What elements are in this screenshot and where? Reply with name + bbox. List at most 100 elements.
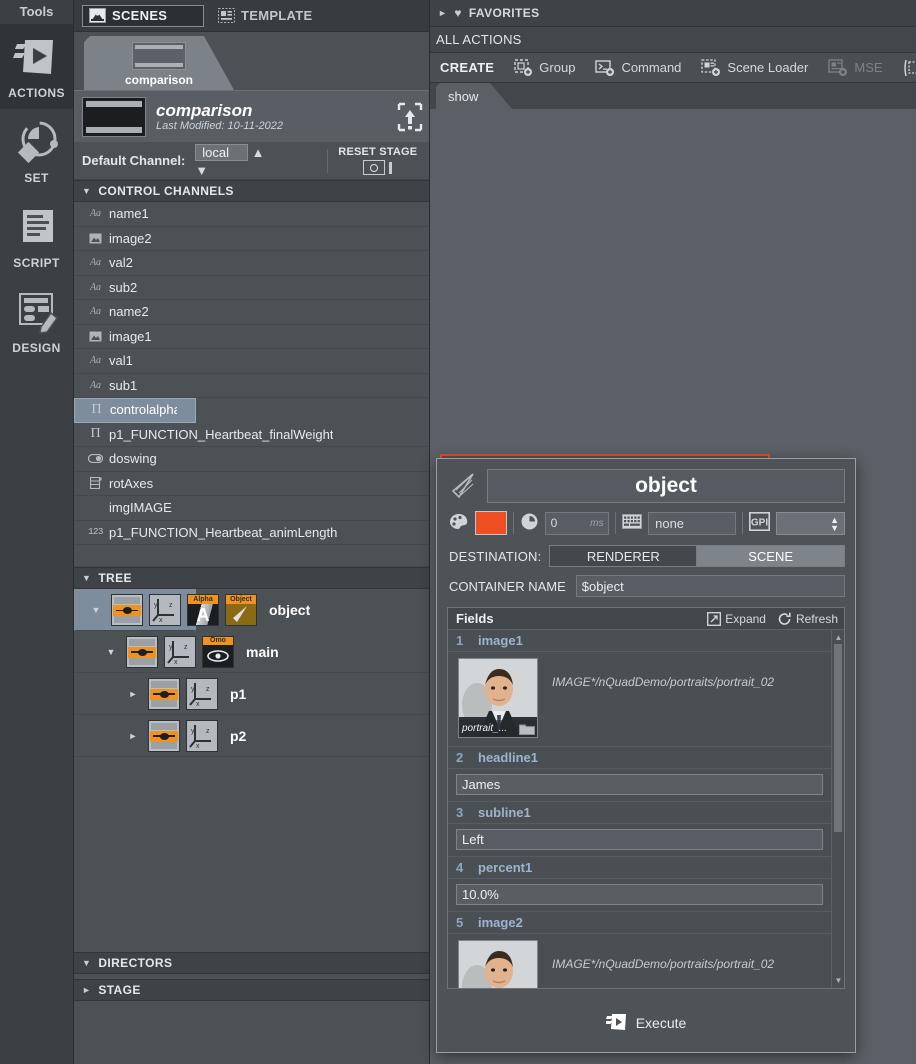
- shortcut-field[interactable]: none: [648, 511, 737, 535]
- eye-icon[interactable]: [148, 677, 180, 710]
- scroll-up-icon[interactable]: ▲: [834, 633, 843, 642]
- tree-node[interactable]: ► y z x p1: [74, 673, 429, 715]
- divider: [742, 512, 743, 534]
- rail-item-design[interactable]: DESIGN: [0, 279, 73, 364]
- rail-item-actions[interactable]: ACTIONS: [0, 24, 73, 109]
- divider: [513, 512, 514, 534]
- field-image-row[interactable]: portrait_... IMAGE*/nQuadDemo/portraits/p…: [448, 652, 831, 747]
- reset-stage-bar-icon[interactable]: [389, 161, 393, 174]
- rail-item-set[interactable]: SET: [0, 109, 73, 194]
- control-channel-item[interactable]: Πp1_FUNCTION_Heartbeat_finalWeight: [74, 423, 429, 447]
- dialog-title[interactable]: object: [487, 469, 845, 503]
- reset-stage-button[interactable]: [363, 160, 386, 175]
- eye-icon[interactable]: [148, 719, 180, 752]
- create-mse-button[interactable]: MSE: [818, 58, 892, 77]
- pi-icon: Π: [90, 426, 101, 442]
- destination-option-renderer[interactable]: RENDERER: [549, 545, 698, 567]
- create-command-button[interactable]: Command: [585, 59, 691, 77]
- control-channel-item[interactable]: Aa sub2: [74, 276, 429, 300]
- design-icon: [13, 287, 61, 335]
- chevron-right-icon[interactable]: ►: [124, 689, 142, 699]
- field-label-row: 2 headline1: [448, 747, 831, 769]
- create-extra-button[interactable]: [893, 59, 916, 77]
- scene-tab-row: comparison: [74, 32, 429, 90]
- default-channel-select[interactable]: local: [195, 144, 249, 161]
- omo-icon[interactable]: Omo: [202, 635, 234, 668]
- scene-tab-comparison[interactable]: comparison: [84, 36, 234, 90]
- control-channel-item[interactable]: Aa sub1: [74, 374, 429, 398]
- field-text-input[interactable]: 10.0%: [456, 884, 823, 905]
- section-stage[interactable]: ► STAGE: [74, 979, 429, 1001]
- eye-icon[interactable]: [111, 594, 143, 626]
- execute-icon: [605, 1012, 628, 1035]
- rail-item-script[interactable]: SCRIPT: [0, 194, 73, 279]
- script-icon: [13, 202, 61, 250]
- control-channel-item[interactable]: image2: [74, 227, 429, 251]
- control-channel-name: val2: [109, 255, 133, 271]
- expand-button[interactable]: Expand: [707, 612, 766, 626]
- field-name: image2: [478, 915, 523, 930]
- section-directors[interactable]: ▼ DIRECTORS: [74, 952, 429, 974]
- control-channel-item[interactable]: Πcontrolalpha: [74, 398, 196, 423]
- create-group-button[interactable]: Group: [504, 58, 585, 77]
- destination-option-scene[interactable]: SCENE: [697, 545, 846, 567]
- field-text-input[interactable]: Left: [456, 829, 823, 850]
- refresh-button[interactable]: Refresh: [778, 612, 838, 626]
- object-icon[interactable]: Object: [225, 594, 257, 626]
- field-text-row: Left: [448, 829, 831, 857]
- color-swatch[interactable]: [475, 511, 507, 535]
- container-name-input[interactable]: $object: [575, 575, 845, 597]
- control-channel-item[interactable]: doswing: [74, 447, 429, 472]
- field-name: headline1: [478, 750, 538, 765]
- palette-icon[interactable]: [449, 513, 469, 534]
- tab-template[interactable]: TEMPLATE: [210, 4, 321, 27]
- scene-last-modified: Last Modified: 10-11-2022: [156, 120, 283, 133]
- control-channel-item[interactable]: Aa name1: [74, 202, 429, 227]
- scene-meta: comparison Last Modified: 10-11-2022: [156, 101, 387, 133]
- control-channel-item[interactable]: 123 p1_FUNCTION_Heartbeat_animLength: [74, 521, 429, 545]
- control-channel-item[interactable]: Aa val2: [74, 251, 429, 276]
- chevron-right-icon[interactable]: ►: [124, 731, 142, 741]
- heart-icon: ♥: [454, 6, 462, 20]
- control-channel-item[interactable]: rotAxes: [74, 472, 429, 496]
- tab-show[interactable]: show: [436, 83, 512, 109]
- delay-field[interactable]: 0 ms: [544, 511, 610, 535]
- dialog-toolbar: 0 ms none GPI ▲ ▼: [437, 503, 855, 535]
- image-thumbnail[interactable]: portrait_...: [458, 658, 538, 738]
- chevron-updown-icon: ▲ ▼: [830, 514, 839, 533]
- chevron-down-icon[interactable]: ▼: [87, 600, 105, 620]
- chevron-down-icon[interactable]: ▼: [102, 647, 120, 657]
- alpha-icon[interactable]: Alpha A: [187, 594, 219, 626]
- axis-icon[interactable]: y z x: [164, 635, 196, 668]
- gpi-select[interactable]: ▲ ▼: [775, 511, 845, 535]
- upload-icon[interactable]: [397, 102, 423, 132]
- tree-node[interactable]: ▼ y z x Alpha A Object object: [74, 589, 310, 631]
- portrait-thumbnail: [459, 941, 537, 988]
- execute-button[interactable]: Execute: [438, 995, 854, 1051]
- section-tree[interactable]: ▼ TREE: [74, 567, 429, 589]
- favorites-header[interactable]: ► ♥ FAVORITES: [430, 0, 916, 27]
- field-label-row: 5 image2: [448, 912, 831, 934]
- tree-node[interactable]: ► y z x p2: [74, 715, 429, 757]
- control-channel-item[interactable]: imgIMAGE: [74, 496, 429, 521]
- eye-icon[interactable]: [126, 635, 158, 668]
- container-name-label: CONTAINER NAME: [449, 578, 566, 594]
- field-text-input[interactable]: James: [456, 774, 823, 795]
- create-scene-loader-button[interactable]: Scene Loader: [691, 58, 818, 77]
- tree-node[interactable]: ▼ y z x Omo main: [74, 631, 429, 673]
- scrollbar-thumb[interactable]: [834, 644, 842, 832]
- image-thumbnail[interactable]: [458, 940, 538, 988]
- default-channel-select-wrap[interactable]: local ▲ ▼: [195, 143, 317, 178]
- control-channel-item[interactable]: Aa val1: [74, 349, 429, 374]
- fields-scrollbar[interactable]: ▲ ▼: [831, 630, 844, 988]
- axis-icon[interactable]: y z x: [149, 594, 181, 626]
- scroll-down-icon[interactable]: ▼: [834, 976, 843, 985]
- control-channel-item[interactable]: image1: [74, 325, 429, 349]
- tab-scenes[interactable]: SCENES: [82, 4, 204, 27]
- section-control-channels[interactable]: ▼ CONTROL CHANNELS: [74, 180, 429, 202]
- control-channel-item[interactable]: Aa name2: [74, 300, 429, 325]
- field-image-row[interactable]: IMAGE*/nQuadDemo/portraits/portrait_02: [448, 934, 831, 988]
- axis-icon[interactable]: y z x: [186, 719, 218, 752]
- text-icon: Aa: [89, 306, 102, 318]
- axis-icon[interactable]: y z x: [186, 677, 218, 710]
